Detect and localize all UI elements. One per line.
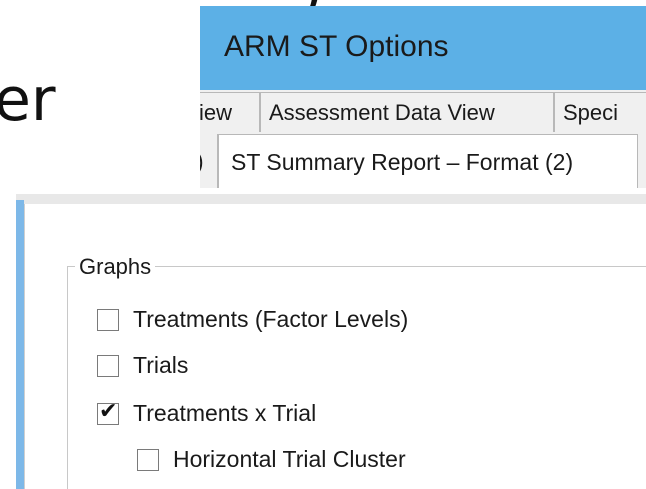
graphs-group-label: Graphs (75, 254, 156, 280)
window-title: ARM ST Options (224, 30, 449, 63)
tab-row-bottom: ) ST Summary Report – Format (2) (200, 134, 646, 188)
trials-checkbox[interactable] (97, 354, 119, 377)
window-left-edge (16, 200, 24, 489)
panel-top-border (16, 194, 646, 204)
tab-row-top: iew Assessment Data View Speci (200, 92, 646, 135)
option-treatments-factor-levels[interactable]: Treatments (Factor Levels) (97, 306, 408, 333)
tab-speci[interactable]: Speci (554, 92, 646, 132)
check-icon: ✔ (99, 398, 118, 424)
horizontal-trial-cluster-label: Horizontal Trial Cluster (173, 446, 406, 472)
options-dialog-graphs: Graphs Treatments (Factor Levels) Trials… (16, 194, 646, 489)
tab-st-summary-report-format-2[interactable]: ST Summary Report – Format (2) (218, 134, 638, 188)
trials-label: Trials (133, 352, 189, 378)
option-trials[interactable]: Trials (97, 352, 188, 379)
treatments-x-trial-checkbox[interactable]: ✔ (97, 399, 119, 425)
option-horizontal-trial-cluster[interactable]: Horizontal Trial Cluster (137, 446, 406, 473)
slide-text-fragment: er (0, 65, 56, 135)
option-treatments-x-trial[interactable]: ✔ Treatments x Trial (97, 399, 317, 427)
options-panel: Graphs Treatments (Factor Levels) Trials… (24, 204, 646, 489)
treatments-factor-levels-checkbox[interactable] (97, 308, 119, 331)
tab-view[interactable]: iew (200, 92, 260, 132)
tab-format-1[interactable]: ) (200, 134, 218, 188)
treatments-x-trial-label: Treatments x Trial (133, 400, 317, 426)
horizontal-trial-cluster-checkbox[interactable] (137, 448, 159, 471)
tab-assessment-data-view[interactable]: Assessment Data View (260, 92, 554, 132)
title-bar[interactable]: ARM ST Options (200, 6, 646, 90)
options-dialog-top: ARM ST Options iew Assessment Data View … (200, 6, 646, 188)
treatments-factor-levels-label: Treatments (Factor Levels) (133, 306, 409, 332)
